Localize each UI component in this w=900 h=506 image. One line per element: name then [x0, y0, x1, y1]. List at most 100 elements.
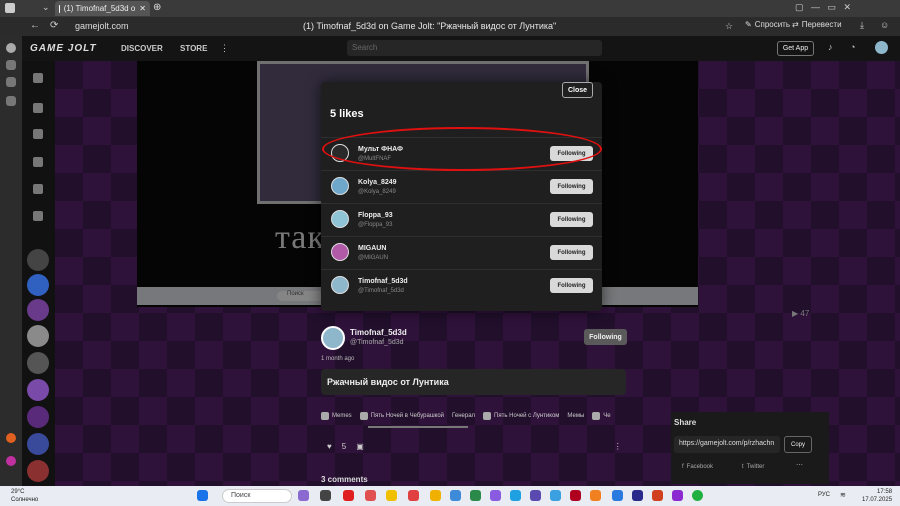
tag-scrollbar[interactable] [368, 426, 468, 428]
home-icon[interactable] [33, 73, 43, 83]
nav-discover[interactable]: DISCOVER [121, 44, 163, 53]
user-name[interactable]: Floppa_93 [358, 212, 393, 219]
following-button[interactable]: Following [550, 179, 593, 194]
tray-network-icon[interactable]: ≋ [840, 491, 846, 499]
taskbar-app-icon[interactable] [672, 490, 683, 501]
taskbar-app-icon[interactable] [365, 490, 376, 501]
taskbar-app-icon[interactable] [612, 490, 623, 501]
sidebar-add-icon[interactable] [6, 416, 16, 426]
new-tab-icon[interactable]: ⊕ [153, 2, 161, 13]
sidebar-play-icon[interactable] [6, 43, 16, 53]
taskbar-app-icon[interactable] [343, 490, 354, 501]
like-count[interactable]: 5 [342, 442, 346, 451]
community-avatar[interactable] [27, 460, 49, 482]
share-more-icon[interactable]: ⋯ [796, 461, 803, 469]
like-user-row[interactable]: Kolya_8249 @Kolya_8249 Following [321, 170, 602, 203]
author-follow-button[interactable]: Following [584, 329, 627, 345]
following-button[interactable]: Following [550, 212, 593, 227]
tag-chip[interactable]: Пять Ночей с Лунтиком [483, 412, 559, 420]
post-more-icon[interactable]: ⋮ [614, 442, 622, 451]
game-icon[interactable] [33, 184, 43, 194]
browser-menu-icon[interactable] [5, 3, 15, 13]
taskbar-app-icon[interactable] [550, 490, 561, 501]
community-avatar[interactable] [27, 274, 49, 296]
taskbar-app-icon[interactable] [632, 490, 643, 501]
taskbar-app-icon[interactable] [430, 490, 441, 501]
community-avatar[interactable] [27, 379, 49, 401]
downloads-icon[interactable]: ⤓ [860, 20, 864, 31]
user-name[interactable]: MIGAUN [358, 245, 386, 252]
back-icon[interactable]: ← [30, 20, 40, 31]
tag-chip[interactable]: Memes [321, 412, 352, 420]
store-icon[interactable] [33, 103, 43, 113]
quests-icon[interactable] [33, 157, 43, 167]
keyboard-language[interactable]: РУС [818, 492, 830, 498]
community-avatar[interactable] [27, 299, 49, 321]
following-button[interactable]: Following [550, 278, 593, 293]
nav-store[interactable]: STORE [180, 44, 207, 53]
community-avatar[interactable] [27, 433, 49, 455]
following-button[interactable]: Following [550, 245, 593, 260]
weather-widget[interactable]: 29°C Солнечно [11, 488, 38, 504]
tab-list-chevron-icon[interactable]: ⌄ [42, 2, 50, 13]
community-avatar[interactable] [27, 249, 49, 271]
taskbar-app-icon[interactable] [320, 490, 331, 501]
taskbar-app-icon[interactable] [470, 490, 481, 501]
tab-close-icon[interactable]: ✕ [139, 4, 146, 13]
sidebar-collections-icon[interactable] [6, 96, 16, 106]
notifications-bell-icon[interactable]: ♪ [828, 42, 833, 52]
active-tab[interactable]: (1) Timofnaf_5d3d о ✕ [55, 1, 150, 16]
taskbar-app-icon[interactable] [408, 490, 419, 501]
activity-icon[interactable]: ◔ [850, 42, 855, 52]
tag-chip[interactable]: Пять Ночей в Чебурашкой [359, 412, 444, 420]
facebook-share-button[interactable]: f Facebook [682, 460, 713, 474]
taskbar-clock[interactable]: 17:58 17.07.2025 [862, 488, 892, 504]
like-user-row[interactable]: Floppa_93 @Floppa_93 Following [321, 203, 602, 236]
community-avatar[interactable] [27, 325, 49, 347]
user-avatar[interactable] [331, 177, 349, 195]
tag-chip[interactable]: Мемы [567, 413, 584, 419]
share-url-field[interactable]: https://gamejolt.com/p/rzhachn [674, 436, 780, 453]
taskbar-app-icon[interactable] [450, 490, 461, 501]
start-icon[interactable] [197, 490, 208, 501]
tag-chip[interactable]: Генерал [452, 413, 475, 419]
user-avatar[interactable] [331, 243, 349, 261]
author-avatar[interactable] [321, 326, 345, 350]
like-user-row[interactable]: MIGAUN @MIGAUN Following [321, 236, 602, 269]
user-name[interactable]: Timofnaf_5d3d [358, 278, 408, 285]
window-controls[interactable]: ▢ ― ▭ ✕ [795, 2, 851, 13]
community-avatar[interactable] [27, 352, 49, 374]
like-heart-icon[interactable]: ♥ [327, 442, 332, 451]
whatsapp-icon[interactable] [692, 490, 703, 501]
taskbar-app-icon[interactable] [530, 490, 541, 501]
community-avatar[interactable] [27, 406, 49, 428]
sidebar-bookmark-icon[interactable] [6, 77, 16, 87]
twitter-share-button[interactable]: t Twitter [742, 460, 764, 474]
user-avatar[interactable] [875, 41, 888, 54]
copy-button[interactable]: Copy [784, 436, 812, 453]
sidebar-alice-icon[interactable] [6, 456, 16, 466]
comment-icon[interactable]: ▣ [356, 442, 364, 451]
author-name[interactable]: Timofnaf_5d3d [350, 328, 407, 337]
search-input[interactable]: Search [347, 40, 602, 56]
taskbar-app-icon[interactable] [590, 490, 601, 501]
refresh-icon[interactable]: ⟳ [50, 20, 58, 31]
library-icon[interactable] [33, 211, 43, 221]
user-name[interactable]: Kolya_8249 [358, 179, 397, 186]
taskbar-app-icon[interactable] [510, 490, 521, 501]
sidebar-app-icon[interactable] [6, 433, 16, 443]
close-button[interactable]: Close [562, 82, 593, 98]
taskbar-app-icon[interactable] [652, 490, 663, 501]
taskbar-app-icon[interactable] [570, 490, 581, 501]
taskbar-app-icon[interactable] [490, 490, 501, 501]
get-app-button[interactable]: Get App [777, 41, 814, 56]
more-menu-icon[interactable]: ⋮ [220, 43, 229, 54]
sidebar-counter-icon[interactable] [6, 60, 16, 70]
bookmark-icon[interactable]: ☆ [725, 21, 733, 32]
translate-button[interactable]: ⇄ Перевести [792, 20, 842, 29]
taskbar-app-icon[interactable] [386, 490, 397, 501]
taskbar-search[interactable]: Поиск [222, 489, 292, 503]
profile-icon[interactable]: ☺ [880, 20, 889, 30]
taskbar-app-icon[interactable] [298, 490, 309, 501]
tag-chip[interactable]: Че [592, 412, 611, 420]
